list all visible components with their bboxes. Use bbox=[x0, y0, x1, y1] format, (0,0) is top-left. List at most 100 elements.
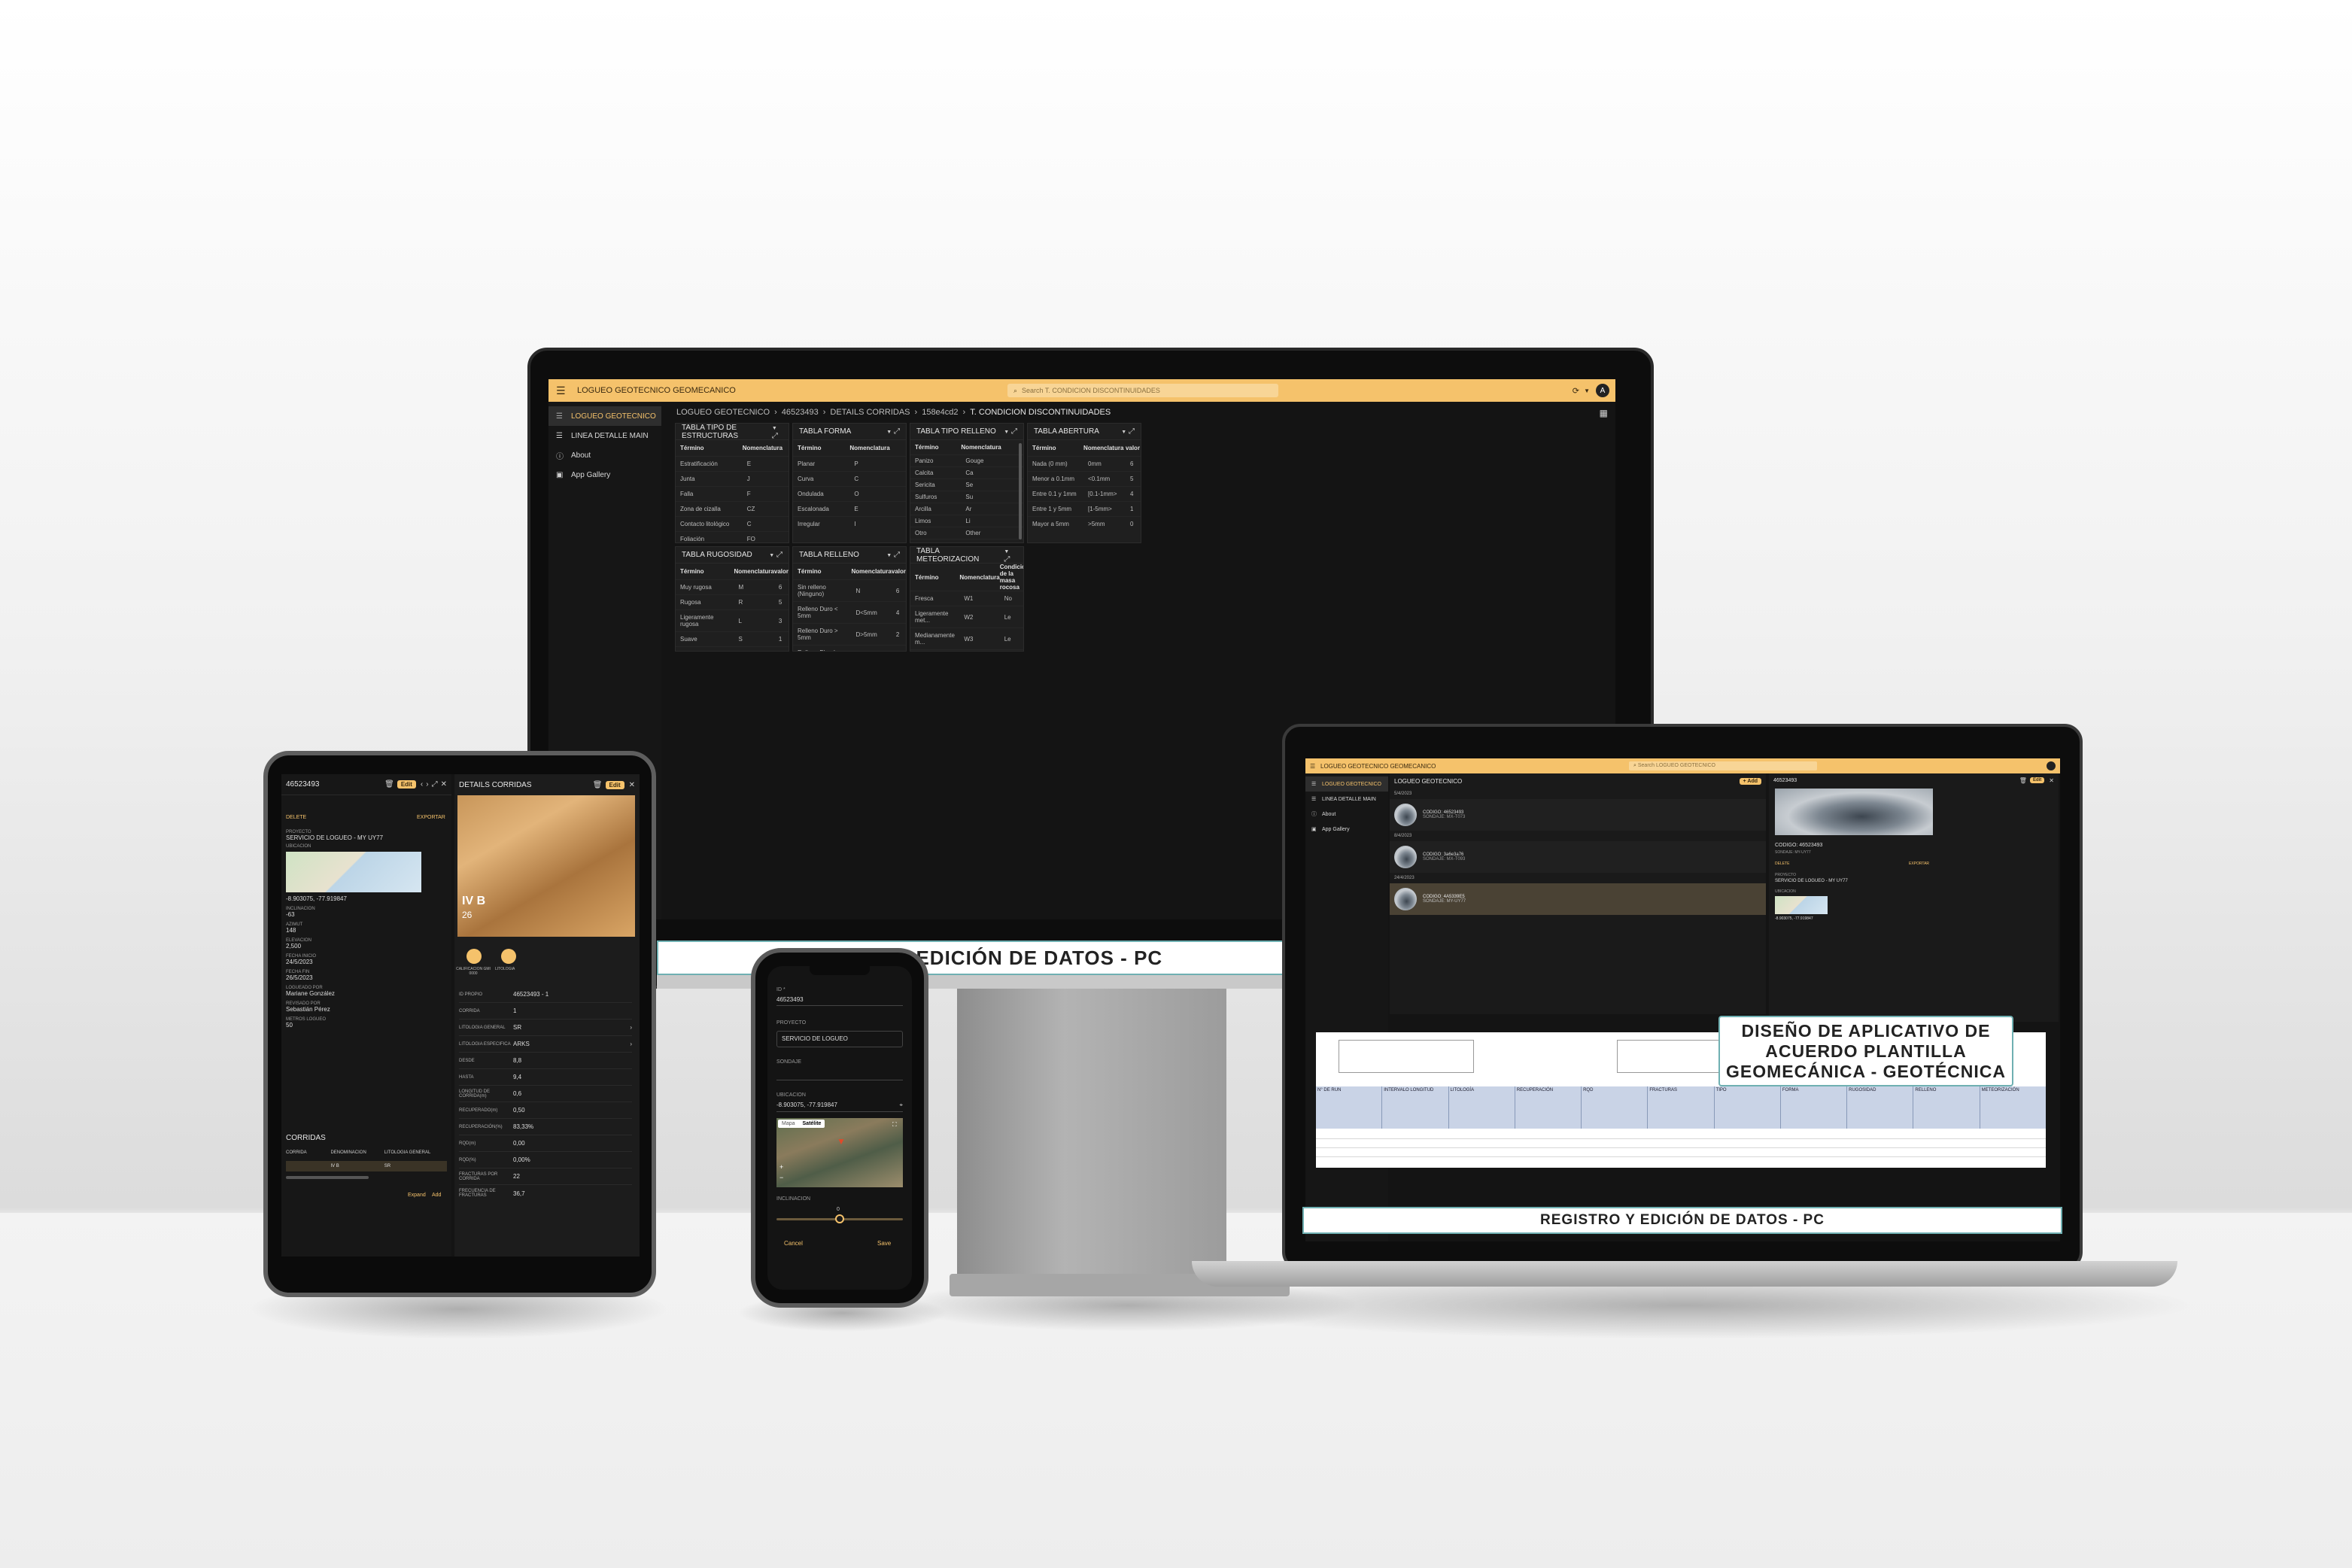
table-row[interactable]: Ligeramente met... W2 Le bbox=[910, 606, 1023, 628]
id-field[interactable]: 46523493 bbox=[776, 996, 903, 1006]
search-input[interactable]: ⌕ Search T. CONDICION DISCONTINUIDADES bbox=[1007, 384, 1278, 397]
table-row[interactable]: Nada (0 mm) 0mm 6 bbox=[1028, 456, 1141, 472]
close-icon[interactable]: ✕ bbox=[629, 781, 635, 789]
table-row[interactable]: Ligeramente rugosa L 3 bbox=[676, 609, 789, 632]
sidebar-item-linea[interactable]: ☰ LINEA DETALLE MAIN bbox=[1305, 792, 1388, 807]
expand-icon[interactable]: ⤢ bbox=[894, 427, 900, 436]
chevron-down-icon[interactable]: ▼ bbox=[886, 430, 892, 435]
table-row[interactable]: Relleno Duro > 5mm D>5mm 2 bbox=[793, 623, 906, 646]
sidebar-item-logueo[interactable]: ☰ LOGUEO GEOTECNICO bbox=[548, 406, 661, 426]
sidebar-item-about[interactable]: ⓘ About bbox=[1305, 807, 1388, 822]
table-row[interactable]: Rugosa R 5 bbox=[676, 594, 789, 610]
table-row[interactable]: Foliación FO bbox=[676, 531, 789, 542]
table-row[interactable]: Contacto litológico C bbox=[676, 516, 789, 532]
table-row[interactable]: Sin relleno (Ninguno) N 6 bbox=[793, 579, 906, 602]
expand-icon[interactable]: ⤢ bbox=[776, 551, 782, 559]
location-map[interactable] bbox=[1775, 896, 1828, 914]
fullscreen-icon[interactable]: ⛶ bbox=[892, 1121, 897, 1129]
table-row[interactable]: Mayor a 5mm >5mm 0 bbox=[1028, 516, 1141, 531]
chevron-down-icon[interactable]: ▼ bbox=[886, 553, 892, 558]
breadcrumb-item[interactable]: 46523493 bbox=[782, 408, 819, 417]
list-item[interactable]: CODIGO: 46523493 SONDAJE: MX-T073 bbox=[1390, 799, 1766, 831]
chevron-right-icon[interactable]: › bbox=[426, 780, 428, 789]
breadcrumb-item[interactable]: 158e4cd2 bbox=[922, 408, 958, 417]
search-input[interactable]: ⌕ Search LOGUEO GEOTECNICO bbox=[1629, 761, 1817, 770]
table-row[interactable]: Curva C bbox=[793, 471, 906, 487]
export-link[interactable]: EXPORTAR bbox=[417, 815, 445, 820]
table-row[interactable]: Relleno Duro < 5mm D<5mm 4 bbox=[793, 601, 906, 624]
table-row[interactable]: Planar P bbox=[793, 456, 906, 472]
table-row[interactable]: CuarzoQz bbox=[910, 539, 1023, 542]
zoom-out-icon[interactable]: − bbox=[779, 1174, 783, 1181]
add-link[interactable]: Add bbox=[432, 1193, 441, 1198]
table-row[interactable]: Sericita Se bbox=[910, 479, 1023, 491]
avatar[interactable] bbox=[2047, 761, 2056, 770]
map-tab[interactable]: Satélite bbox=[799, 1120, 825, 1128]
map-tab[interactable]: Mapa bbox=[778, 1120, 799, 1128]
add-button[interactable]: + Add bbox=[1739, 777, 1761, 785]
table-row[interactable]: Entre 0.1 y 1mm [0.1-1mm> 4 bbox=[1028, 486, 1141, 502]
table-row[interactable]: Calcita Ca bbox=[910, 466, 1023, 479]
chevron-left-icon[interactable]: ‹ bbox=[421, 780, 423, 789]
table-row[interactable]: Panizo Gouge bbox=[910, 454, 1023, 467]
sidebar-item-about[interactable]: ⓘ About bbox=[548, 445, 661, 465]
project-select[interactable]: SERVICIO DE LOGUEO bbox=[776, 1031, 903, 1047]
satellite-map[interactable] bbox=[776, 1118, 903, 1187]
table-row[interactable]: Ondulada O bbox=[793, 486, 906, 502]
sidebar-item-linea[interactable]: ☰ LINEA DETALLE MAIN bbox=[548, 426, 661, 445]
table-row[interactable]: Otro Other bbox=[910, 527, 1023, 539]
table-row[interactable]: Irregular I bbox=[793, 516, 906, 531]
grid-view-icon[interactable]: ▦ bbox=[1600, 408, 1608, 418]
breadcrumb-item[interactable]: DETAILS CORRIDAS bbox=[830, 408, 910, 417]
export-link[interactable]: EXPORTAR bbox=[1909, 861, 1929, 866]
cancel-button[interactable]: Cancel bbox=[784, 1240, 803, 1247]
edit-button[interactable]: Edit bbox=[397, 780, 416, 789]
table-row[interactable]: Falla F bbox=[676, 486, 789, 502]
delete-icon[interactable]: 🗑 bbox=[2019, 777, 2027, 784]
expand-icon[interactable]: ⤢ bbox=[1129, 427, 1135, 436]
table-row[interactable]: PulidoP0 bbox=[676, 646, 789, 651]
delete-link[interactable]: DELETE bbox=[286, 815, 306, 820]
delete-icon[interactable]: 🗑 bbox=[593, 781, 603, 789]
chevron-down-icon[interactable]: ▼ bbox=[1004, 549, 1009, 555]
corridas-row[interactable]: IV B SR bbox=[286, 1161, 447, 1171]
table-row[interactable]: Entre 1 y 5mm [1-5mm> 1 bbox=[1028, 501, 1141, 517]
close-icon[interactable]: ✕ bbox=[441, 780, 447, 789]
table-row[interactable]: Estratificación E bbox=[676, 456, 789, 472]
expand-icon[interactable]: ⤢ bbox=[894, 551, 900, 559]
refresh-icon[interactable]: ⟳ bbox=[1573, 386, 1579, 396]
slider-thumb[interactable] bbox=[835, 1214, 844, 1223]
sondaje-field[interactable] bbox=[776, 1070, 903, 1080]
breadcrumb-item[interactable]: LOGUEO GEOTECNICO bbox=[676, 408, 770, 417]
edit-button[interactable]: Edit bbox=[2029, 777, 2045, 783]
save-button[interactable]: Save bbox=[877, 1240, 891, 1247]
horizontal-scrollbar[interactable] bbox=[286, 1176, 369, 1179]
zoom-in-icon[interactable]: + bbox=[779, 1163, 783, 1171]
list-item-selected[interactable]: CODIGO: 4A5339E5 SONDAJE: MY-UY77 bbox=[1390, 883, 1766, 915]
chevron-down-icon[interactable]: ▼ bbox=[1584, 387, 1590, 394]
menu-icon[interactable]: ☰ bbox=[1310, 763, 1320, 770]
detail-row[interactable]: LITOLOGIA GENERAL SR › bbox=[459, 1020, 632, 1036]
detail-row[interactable]: LITOLOGIA ESPECIFICA ARKS › bbox=[459, 1036, 632, 1053]
table-row[interactable]: Medianamente m... W3 Le bbox=[910, 628, 1023, 650]
scrollbar[interactable] bbox=[1019, 443, 1022, 539]
list-item[interactable]: CODIGO: 3a6e3a76 SONDAJE: MX-T093 bbox=[1390, 841, 1766, 873]
table-row[interactable]: Junta J bbox=[676, 471, 789, 487]
sidebar-item-logueo[interactable]: ☰ LOGUEO GEOTECNICO bbox=[1305, 776, 1388, 792]
sidebar-item-gallery[interactable]: ▣ App Gallery bbox=[1305, 822, 1388, 837]
table-row[interactable]: Limos Li bbox=[910, 515, 1023, 527]
chevron-down-icon[interactable]: ▼ bbox=[1004, 430, 1009, 435]
edit-button[interactable]: Edit bbox=[605, 780, 624, 789]
table-row[interactable]: Zona de cizalla CZ bbox=[676, 501, 789, 517]
location-pin-icon[interactable]: ⌖ bbox=[899, 1102, 903, 1109]
table-row[interactable]: Relleno Blando < 5mmB<5mm2 bbox=[793, 645, 906, 651]
table-row[interactable]: Menor a 0.1mm <0.1mm 5 bbox=[1028, 471, 1141, 487]
avatar[interactable]: A bbox=[1596, 384, 1609, 397]
expand-icon[interactable]: ⤢ bbox=[772, 432, 778, 440]
table-row[interactable]: Altamente meteor...W4Le bbox=[910, 649, 1023, 651]
table-row[interactable]: Suave S 1 bbox=[676, 631, 789, 647]
delete-link[interactable]: DELETE bbox=[1775, 861, 1789, 866]
table-row[interactable]: Escalonada E bbox=[793, 501, 906, 517]
expand-link[interactable]: Expand bbox=[408, 1193, 426, 1198]
table-row[interactable]: Arcilla Ar bbox=[910, 503, 1023, 515]
